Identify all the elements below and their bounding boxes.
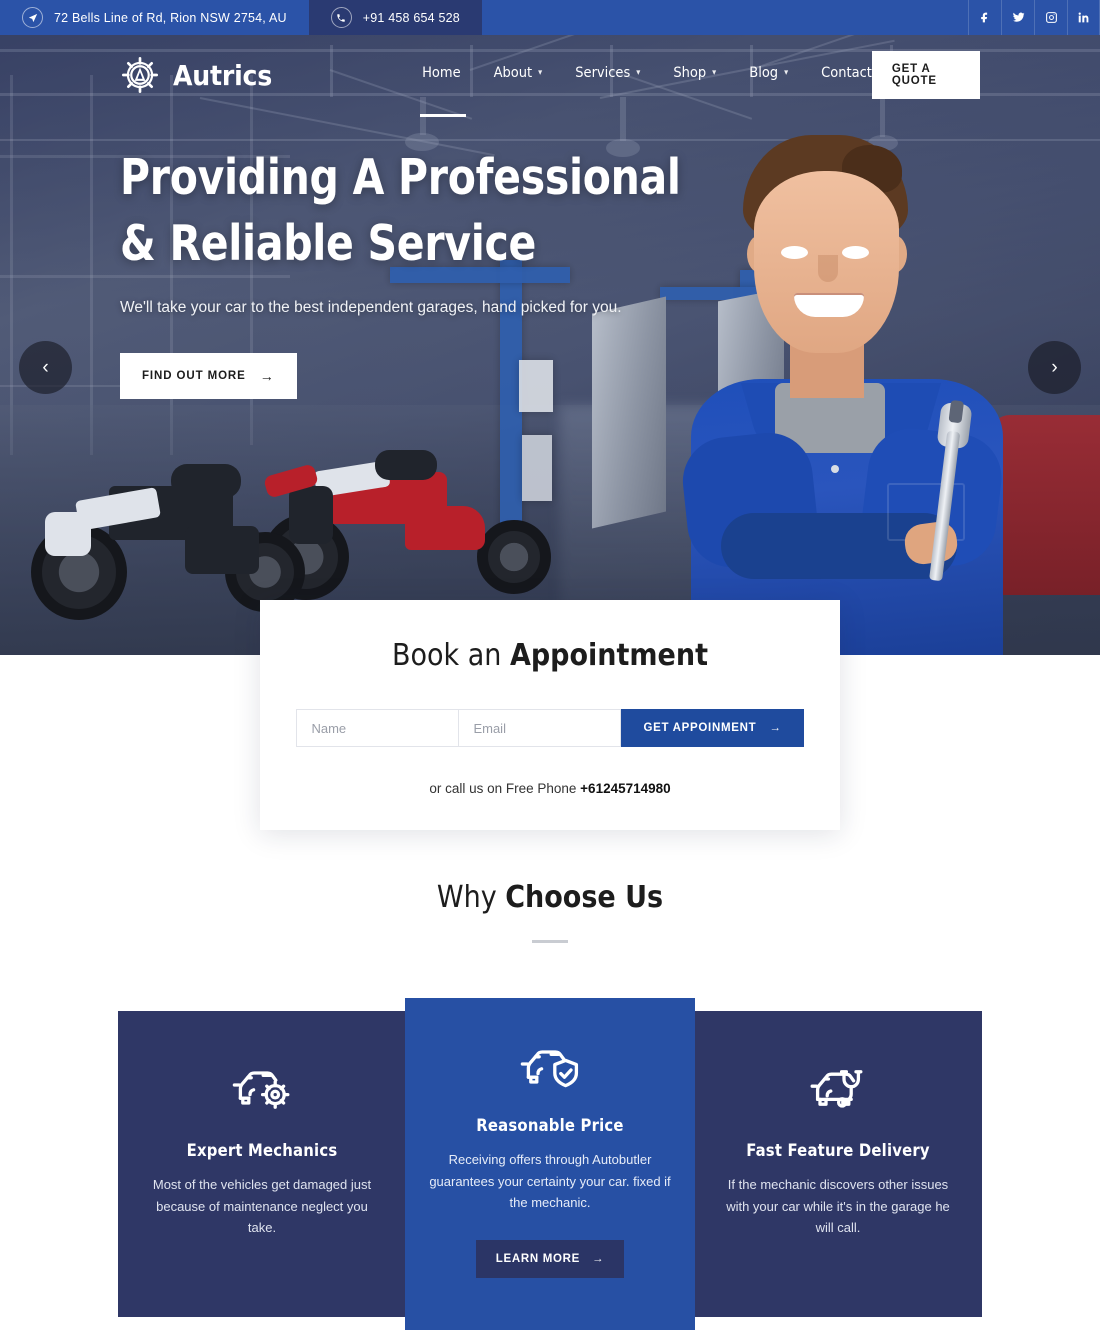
- learn-more-label: LEARN MORE: [495, 1252, 581, 1265]
- learn-more-button[interactable]: LEARN MORE →: [475, 1239, 625, 1278]
- main-navigation: Home About ▾ Services ▾ Shop ▾ Blog ▾ Co…: [420, 65, 872, 117]
- feature-cards: Expert Mechanics Most of the vehicles ge…: [118, 998, 982, 1330]
- site-header: Autrics Home About ▾ Services ▾ Shop ▾ B…: [0, 35, 1100, 117]
- twitter-icon[interactable]: [1001, 0, 1034, 35]
- location-arrow-icon: [22, 7, 43, 28]
- nav-label-home: Home: [422, 65, 461, 81]
- feature-card-title: Reasonable Price: [476, 1116, 624, 1135]
- feature-card-fast-feature-delivery[interactable]: Fast Feature Delivery If the mechanic di…: [694, 1011, 982, 1317]
- nav-item-home[interactable]: Home: [420, 65, 466, 117]
- feature-card-title: Expert Mechanics: [186, 1141, 338, 1160]
- hero-heading-line-1: Providing A Professional: [120, 149, 681, 206]
- free-phone-line: or call us on Free Phone +61245714980: [260, 781, 840, 796]
- topbar-phone[interactable]: +91 458 654 528: [308, 0, 482, 35]
- instagram-icon[interactable]: [1034, 0, 1067, 35]
- nav-item-shop[interactable]: Shop ▾: [673, 65, 716, 85]
- title-underline: [532, 940, 568, 943]
- car-shield-check-icon: [429, 1036, 671, 1098]
- topbar-phone-text: +91 458 654 528: [362, 10, 460, 25]
- feature-card-reasonable-price[interactable]: Reasonable Price Receiving offers throug…: [405, 998, 695, 1330]
- feature-card-expert-mechanics[interactable]: Expert Mechanics Most of the vehicles ge…: [118, 1011, 406, 1317]
- mechanic-eye-right: [842, 246, 869, 259]
- section-title-bold: Choose Us: [505, 880, 664, 915]
- arrow-right-icon: →: [259, 368, 275, 385]
- chevron-right-icon: ›: [1051, 356, 1058, 378]
- hero-heading: Providing A Professional & Reliable Serv…: [120, 145, 771, 276]
- nav-label-contact: Contact: [821, 65, 872, 81]
- nav-label-services: Services: [575, 65, 631, 81]
- find-out-more-label: FIND OUT MORE: [142, 370, 246, 383]
- appointment-form: Name Email GET APPOINMENT →: [260, 709, 840, 747]
- hero-subheading: We'll take your car to the best independ…: [120, 299, 622, 317]
- arrow-right-icon: →: [769, 722, 782, 734]
- car-stethoscope-icon: [718, 1057, 958, 1119]
- logo[interactable]: Autrics: [120, 55, 272, 95]
- free-phone-prefix: or call us on Free Phone: [429, 781, 581, 796]
- feature-card-text: If the mechanic discovers other issues w…: [726, 1177, 950, 1236]
- nav-item-blog[interactable]: Blog ▾: [749, 65, 788, 85]
- email-input-placeholder: Email: [473, 720, 506, 736]
- section-title: Why Choose Us: [0, 880, 1100, 915]
- linkedin-icon[interactable]: [1067, 0, 1100, 35]
- section-title-light: Why: [436, 880, 506, 915]
- chevron-down-icon: ▾: [636, 68, 641, 78]
- facebook-icon[interactable]: [968, 0, 1001, 35]
- get-appointment-label: GET APPOINMENT: [643, 722, 757, 734]
- gear-circle-a-logo-icon: [120, 55, 160, 95]
- nav-item-contact[interactable]: Contact: [821, 65, 872, 85]
- feature-card-title: Fast Feature Delivery: [746, 1141, 930, 1160]
- free-phone-number[interactable]: +61245714980: [580, 781, 670, 796]
- hero-content: Providing A Professional & Reliable Serv…: [120, 145, 820, 400]
- appointment-title-light: Book an: [392, 638, 510, 673]
- feature-card-text: Receiving offers through Autobutler guar…: [429, 1152, 671, 1211]
- mechanic-nose: [818, 255, 838, 282]
- phone-icon: [330, 7, 352, 28]
- why-choose-us-section: Why Choose Us: [0, 880, 1100, 943]
- name-input[interactable]: Name: [296, 709, 460, 747]
- mechanic-brow-right: [838, 231, 875, 239]
- nav-label-about: About: [493, 65, 533, 81]
- nav-label-shop: Shop: [673, 65, 707, 81]
- arrow-right-icon: →: [592, 1252, 605, 1265]
- top-bar: 72 Bells Line of Rd, Rion NSW 2754, AU +…: [0, 0, 1100, 35]
- carousel-next-button[interactable]: ›: [1028, 341, 1081, 394]
- chevron-down-icon: ▾: [784, 68, 789, 78]
- chevron-down-icon: ▾: [712, 68, 717, 78]
- nav-label-blog: Blog: [749, 65, 779, 81]
- overall-button: [831, 465, 839, 473]
- brand-name: Autrics: [173, 58, 273, 92]
- social-links: [968, 0, 1100, 35]
- hero-carousel: Providing A Professional & Reliable Serv…: [0, 35, 1100, 655]
- email-input[interactable]: Email: [458, 709, 622, 747]
- carousel-prev-button[interactable]: ‹: [19, 341, 72, 394]
- nav-item-services[interactable]: Services ▾: [575, 65, 640, 85]
- hero-heading-line-2: & Reliable Service: [120, 214, 537, 272]
- find-out-more-button[interactable]: FIND OUT MORE →: [120, 353, 297, 400]
- topbar-address: 72 Bells Line of Rd, Rion NSW 2754, AU: [0, 0, 309, 35]
- car-gear-icon: [142, 1057, 382, 1119]
- chevron-down-icon: ▾: [538, 68, 543, 78]
- appointment-title: Book an Appointment: [260, 600, 840, 673]
- name-input-placeholder: Name: [311, 720, 347, 736]
- get-a-quote-button[interactable]: GET A QUOTE: [871, 51, 980, 99]
- appointment-title-bold: Appointment: [509, 638, 708, 673]
- appointment-card: Book an Appointment Name Email GET APPOI…: [260, 600, 840, 830]
- chevron-left-icon: ‹: [42, 356, 49, 378]
- black-motorcycle: [25, 415, 315, 620]
- topbar-address-text: 72 Bells Line of Rd, Rion NSW 2754, AU: [54, 10, 287, 25]
- feature-card-text: Most of the vehicles get damaged just be…: [152, 1177, 372, 1236]
- nav-item-about[interactable]: About ▾: [494, 65, 543, 85]
- get-appointment-button[interactable]: GET APPOINMENT →: [621, 709, 804, 747]
